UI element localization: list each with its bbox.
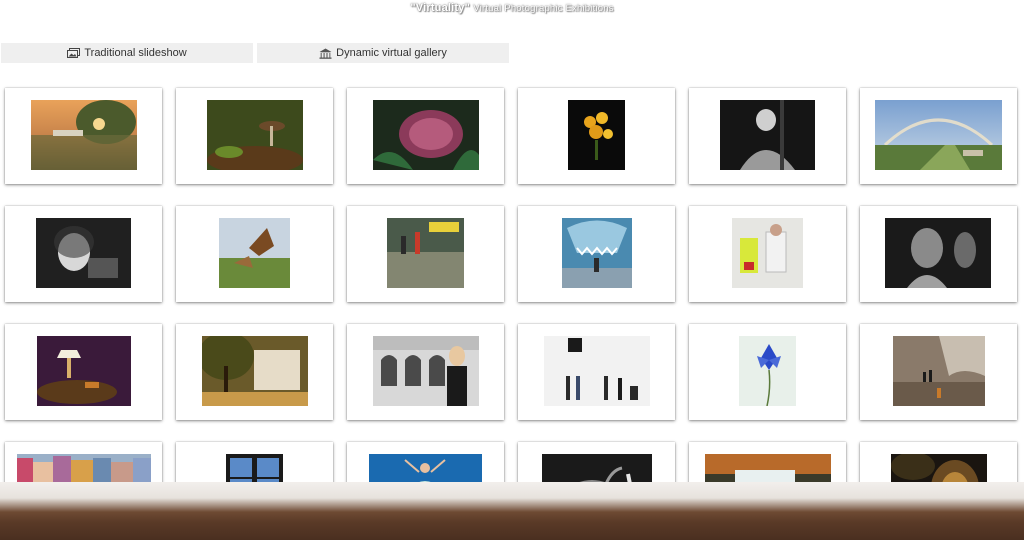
gallery-icon — [319, 48, 332, 59]
photo-canal-sunset — [31, 100, 137, 170]
traditional-slideshow-button[interactable]: Traditional slideshow — [1, 43, 253, 63]
photo-lamp-figure — [37, 336, 131, 406]
title-main: "Virtuality" — [410, 2, 471, 14]
gallery-floor — [0, 482, 1024, 540]
gallery-photo-stairway[interactable] — [860, 324, 1017, 420]
photo-lab-workers — [732, 218, 803, 288]
photo-mushroom — [207, 100, 303, 170]
photo-autumn-house — [202, 336, 308, 406]
gallery-photo-lab-workers[interactable] — [689, 206, 846, 302]
photo-bw-portrait — [720, 100, 815, 170]
photo-arcade-woman — [373, 336, 479, 406]
photo-street-reflection — [387, 218, 464, 288]
view-mode-bar: Traditional slideshow Dynamic virtual ga… — [0, 43, 1024, 63]
gallery-photo-arcade-woman[interactable] — [347, 324, 504, 420]
photo-woman-mask — [885, 218, 991, 288]
photo-white-gallery — [544, 336, 650, 406]
gallery-photo-street-reflection[interactable] — [347, 206, 504, 302]
gallery-photo-canal-sunset[interactable] — [5, 88, 162, 184]
photo-fern — [373, 100, 479, 170]
photo-shark-mural — [562, 218, 632, 288]
slideshow-icon — [67, 48, 81, 58]
gallery-photo-woman-mask[interactable] — [860, 206, 1017, 302]
title-sub: Virtual Photographic Exhibitions — [473, 3, 614, 14]
traditional-slideshow-label: Traditional slideshow — [84, 47, 187, 59]
page-title: "Virtuality" Virtual Photographic Exhibi… — [0, 2, 1024, 14]
photo-woman-portrait — [36, 218, 131, 288]
gallery-photo-lamp-figure[interactable] — [5, 324, 162, 420]
gallery-photo-woman-portrait[interactable] — [5, 206, 162, 302]
gallery-photo-rainbow-field[interactable] — [860, 88, 1017, 184]
gallery-photo-autumn-house[interactable] — [176, 324, 333, 420]
gallery-photo-blue-flower[interactable] — [689, 324, 846, 420]
gallery-photo-bird-of-prey[interactable] — [176, 206, 333, 302]
photo-rainbow-field — [875, 100, 1002, 170]
photo-stairway — [893, 336, 985, 406]
dynamic-virtual-gallery-button[interactable]: Dynamic virtual gallery — [257, 43, 509, 63]
gallery-photo-bw-portrait[interactable] — [689, 88, 846, 184]
gallery-photo-white-gallery[interactable] — [518, 324, 675, 420]
gallery-photo-yellow-flowers[interactable] — [518, 88, 675, 184]
gallery-photo-shark-mural[interactable] — [518, 206, 675, 302]
photo-yellow-flowers — [568, 100, 625, 170]
photo-bird-of-prey — [219, 218, 290, 288]
dynamic-virtual-gallery-label: Dynamic virtual gallery — [336, 47, 447, 59]
photo-blue-flower — [739, 336, 796, 406]
gallery-photo-mushroom[interactable] — [176, 88, 333, 184]
gallery-photo-fern[interactable] — [347, 88, 504, 184]
